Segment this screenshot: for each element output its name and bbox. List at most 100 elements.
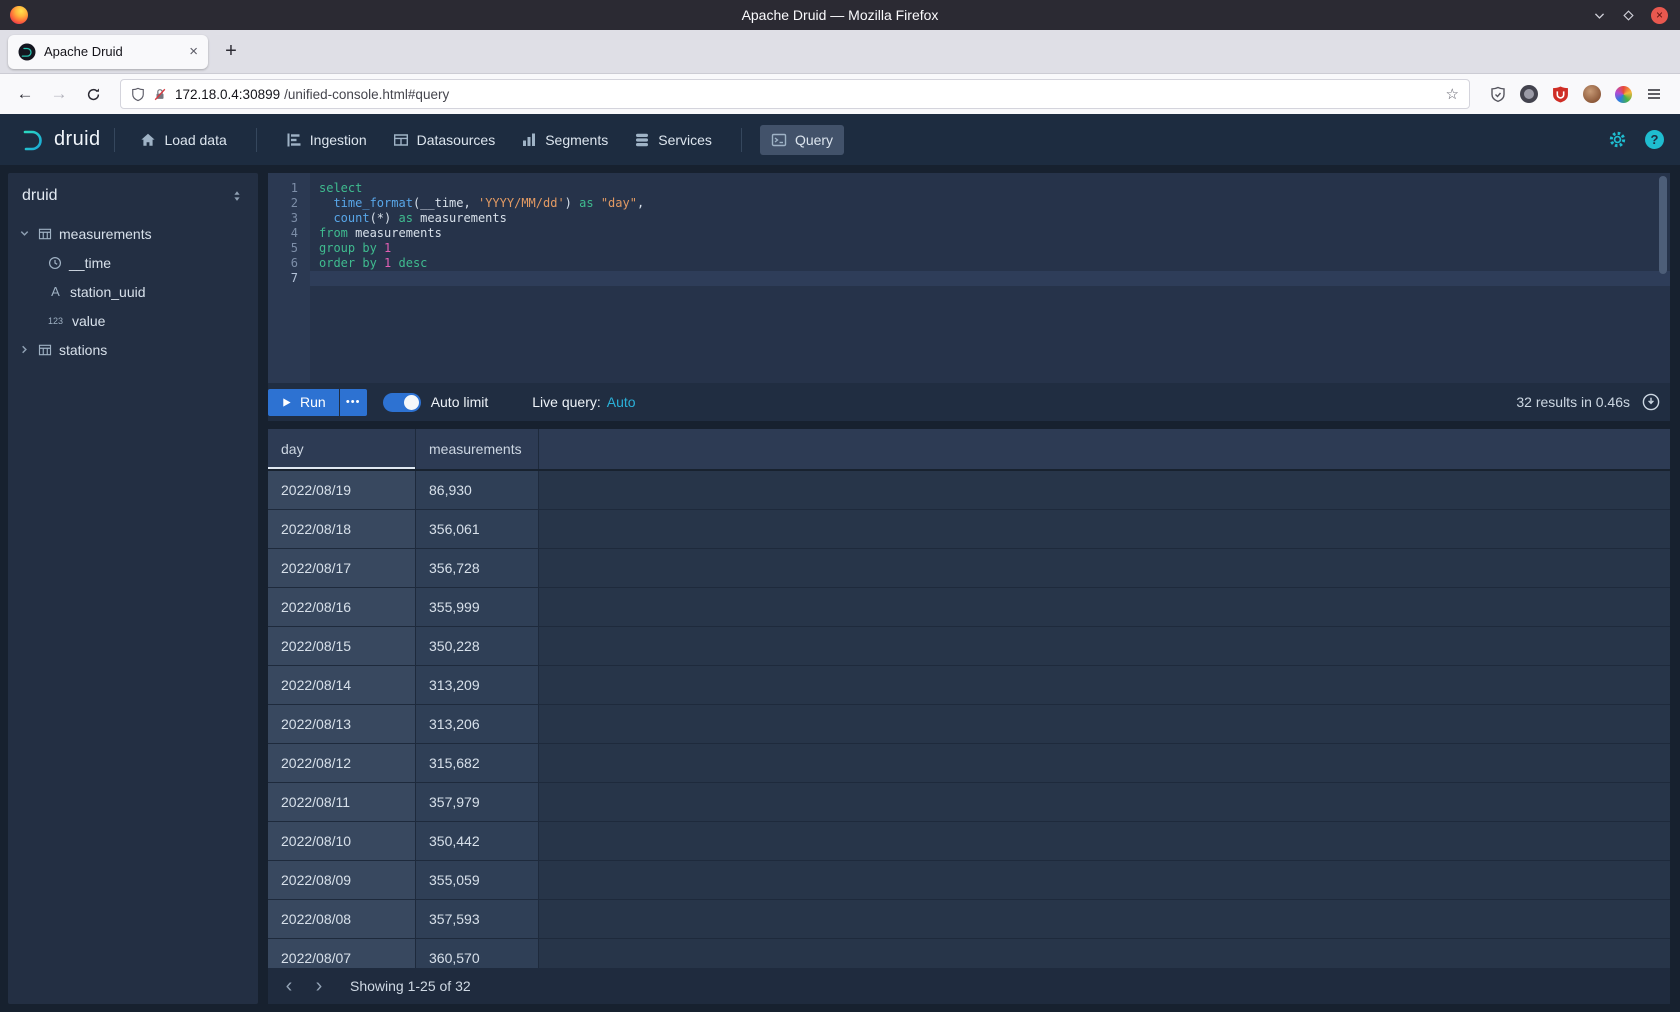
code-line[interactable]: count(*) as measurements: [310, 211, 1670, 226]
bookmark-star-icon[interactable]: ☆: [1446, 85, 1459, 103]
cell-day[interactable]: 2022/08/07: [268, 939, 416, 968]
cell-measurements[interactable]: 360,570: [416, 939, 539, 968]
profile-avatar-icon[interactable]: [1583, 85, 1601, 103]
next-page-icon[interactable]: ›: [304, 971, 334, 1001]
sql-editor[interactable]: 1234567 select time_format(__time, 'YYYY…: [268, 173, 1670, 383]
extension-avatar-icon[interactable]: [1520, 85, 1538, 103]
cell-day[interactable]: 2022/08/09: [268, 861, 416, 899]
cell-measurements[interactable]: 355,999: [416, 588, 539, 626]
home-icon: [140, 132, 156, 148]
nav-item-load-data[interactable]: Load data: [129, 125, 237, 155]
new-tab-button[interactable]: +: [216, 37, 246, 67]
forward-button[interactable]: →: [44, 79, 74, 109]
table-row: 2022/08/15350,228: [268, 627, 1670, 666]
tree-item-stations[interactable]: stations: [8, 335, 258, 364]
settings-gear-icon[interactable]: [1608, 130, 1627, 149]
column-header-measurements[interactable]: measurements: [416, 429, 539, 469]
extension-shield-icon[interactable]: [1490, 86, 1506, 103]
cell-day[interactable]: 2022/08/19: [268, 471, 416, 509]
cell-day[interactable]: 2022/08/13: [268, 705, 416, 743]
cell-day[interactable]: 2022/08/16: [268, 588, 416, 626]
cell-measurements[interactable]: 357,593: [416, 900, 539, 938]
tree-label: stations: [59, 342, 107, 358]
back-button[interactable]: ←: [10, 79, 40, 109]
code-token: [377, 241, 384, 255]
window-maximize-icon[interactable]: [1622, 9, 1635, 22]
code-line[interactable]: from measurements: [310, 226, 1670, 241]
line-number: 1: [268, 181, 310, 196]
nav-item-services[interactable]: Services: [623, 125, 723, 155]
code-token: time_format: [333, 196, 412, 210]
prev-page-icon[interactable]: ‹: [274, 971, 304, 1001]
reload-button[interactable]: [78, 79, 108, 109]
table-row: 2022/08/1986,930: [268, 471, 1670, 510]
code-line[interactable]: [310, 271, 1670, 286]
row-filler: [539, 627, 1670, 665]
chevron-down-icon: [18, 228, 31, 239]
cell-measurements[interactable]: 350,442: [416, 822, 539, 860]
showing-label: Showing 1-25 of 32: [350, 978, 471, 994]
header-divider: [741, 128, 742, 152]
insecure-lock-icon[interactable]: [153, 87, 167, 102]
code-line[interactable]: time_format(__time, 'YYYY/MM/dd') as "da…: [310, 196, 1670, 211]
cell-measurements[interactable]: 313,206: [416, 705, 539, 743]
console-content: druid measurements __time A station_uuid: [0, 165, 1680, 1012]
help-icon[interactable]: ?: [1645, 130, 1664, 149]
editor-code[interactable]: select time_format(__time, 'YYYY/MM/dd')…: [310, 173, 1670, 383]
auto-limit-label[interactable]: Auto limit: [431, 394, 489, 410]
tree-item-time[interactable]: __time: [8, 248, 258, 277]
cell-day[interactable]: 2022/08/12: [268, 744, 416, 782]
addon-pinwheel-icon[interactable]: [1615, 86, 1632, 103]
nav-item-query[interactable]: Query: [760, 125, 844, 155]
code-line[interactable]: group by 1: [310, 241, 1670, 256]
table-row: 2022/08/08357,593: [268, 900, 1670, 939]
tab-close-icon[interactable]: ×: [189, 43, 198, 60]
run-button[interactable]: Run: [268, 389, 339, 416]
download-icon[interactable]: [1642, 393, 1660, 411]
code-line[interactable]: order by 1 desc: [310, 256, 1670, 271]
nav-item-segments[interactable]: Segments: [510, 125, 619, 155]
nav-item-datasources[interactable]: Datasources: [382, 125, 507, 155]
auto-limit-toggle[interactable]: [383, 393, 421, 412]
column-header-day[interactable]: day: [268, 429, 416, 469]
sort-caret-icon[interactable]: [230, 189, 244, 203]
cell-day[interactable]: 2022/08/18: [268, 510, 416, 548]
browser-tab[interactable]: Apache Druid ×: [8, 35, 208, 69]
cell-day[interactable]: 2022/08/17: [268, 549, 416, 587]
cell-measurements[interactable]: 356,728: [416, 549, 539, 587]
cell-measurements[interactable]: 315,682: [416, 744, 539, 782]
cell-measurements[interactable]: 350,228: [416, 627, 539, 665]
cell-day[interactable]: 2022/08/14: [268, 666, 416, 704]
tab-title: Apache Druid: [44, 44, 181, 59]
table-row: 2022/08/17356,728: [268, 549, 1670, 588]
run-more-button[interactable]: •••: [340, 389, 367, 416]
table-icon: [38, 343, 52, 357]
cell-day[interactable]: 2022/08/08: [268, 900, 416, 938]
cell-measurements[interactable]: 357,979: [416, 783, 539, 821]
row-filler: [539, 861, 1670, 899]
druid-logo[interactable]: druid: [16, 125, 100, 155]
tree-item-measurements[interactable]: measurements: [8, 219, 258, 248]
window-close-icon[interactable]: ×: [1651, 7, 1668, 24]
cell-day[interactable]: 2022/08/11: [268, 783, 416, 821]
live-query-value[interactable]: Auto: [607, 394, 636, 410]
window-minimize-icon[interactable]: [1593, 9, 1606, 22]
tracking-protection-shield-icon[interactable]: [131, 87, 145, 102]
cell-measurements[interactable]: 313,209: [416, 666, 539, 704]
code-line[interactable]: select: [310, 181, 1670, 196]
menu-icon[interactable]: [1646, 86, 1662, 102]
tree-item-station-uuid[interactable]: A station_uuid: [8, 277, 258, 306]
nav-item-ingestion[interactable]: Ingestion: [275, 125, 378, 155]
ublock-origin-icon[interactable]: [1552, 86, 1569, 103]
cell-measurements[interactable]: 356,061: [416, 510, 539, 548]
cell-measurements[interactable]: 355,059: [416, 861, 539, 899]
editor-scrollbar[interactable]: [1659, 176, 1667, 274]
cell-day[interactable]: 2022/08/15: [268, 627, 416, 665]
cell-measurements[interactable]: 86,930: [416, 471, 539, 509]
url-bar[interactable]: 172.18.0.4:30899/unified-console.html#qu…: [120, 79, 1470, 109]
play-icon: [281, 397, 292, 408]
line-number: 7: [268, 271, 310, 286]
table-row: 2022/08/13313,206: [268, 705, 1670, 744]
cell-day[interactable]: 2022/08/10: [268, 822, 416, 860]
tree-item-value[interactable]: 123 value: [8, 306, 258, 335]
